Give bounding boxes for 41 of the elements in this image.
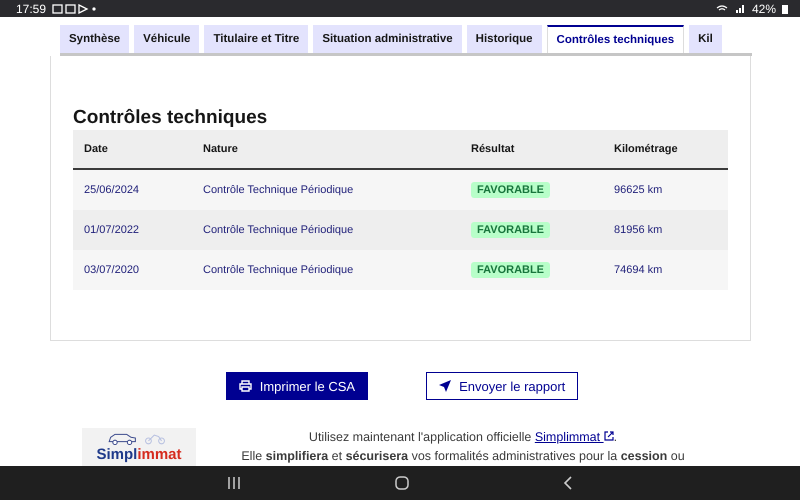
- tab[interactable]: Synthèse: [60, 25, 130, 53]
- table-cell-text: Contrôle Technique Périodique: [203, 224, 354, 236]
- send-button[interactable]: Envoyer le rapport: [426, 372, 578, 400]
- simplimmat-link[interactable]: Simplimmat: [534, 430, 614, 444]
- recent-apps-icon[interactable]: [227, 477, 241, 489]
- result-badge: FAVORABLE: [471, 182, 550, 198]
- tab[interactable]: Kil: [689, 25, 722, 53]
- app-logo: Simplimmat: [82, 428, 196, 466]
- table-cell-text: Contrôle Technique Périodique: [203, 184, 354, 196]
- column-header: Résultat: [471, 143, 516, 155]
- section-title: Contrôles techniques: [73, 106, 268, 130]
- result-badge: FAVORABLE: [471, 222, 550, 238]
- tab[interactable]: Historique: [466, 25, 542, 53]
- table-cell-text: 25/06/2024: [84, 184, 140, 196]
- table-cell-text: 74694 km: [614, 264, 664, 276]
- column-header: Kilométrage: [614, 143, 679, 155]
- table-cell-text: 81956 km: [614, 224, 664, 236]
- table-cell-text: 96625 km: [614, 184, 664, 196]
- column-header: Date: [84, 143, 109, 155]
- tab[interactable]: Véhicule: [134, 25, 200, 53]
- back-icon[interactable]: [563, 476, 573, 490]
- tab[interactable]: Situation administrative: [313, 25, 462, 53]
- print-button[interactable]: Imprimer le CSA: [226, 372, 368, 400]
- table-cell-text: Contrôle Technique Périodique: [203, 264, 354, 276]
- home-icon[interactable]: [395, 476, 409, 490]
- promo-text: Utilisez maintenant l'application officielle Simplimmat .: [308, 429, 618, 446]
- column-header: Nature: [203, 143, 239, 155]
- tab[interactable]: Contrôles techniques: [546, 25, 684, 53]
- clock: 17:59: [16, 2, 46, 16]
- signal-icon: [716, 4, 746, 14]
- printer-icon: [238, 380, 252, 392]
- battery-icon: [782, 4, 788, 14]
- table-cell-text: 03/07/2020: [84, 264, 140, 276]
- tab[interactable]: Titulaire et Titre: [204, 25, 308, 53]
- result-badge: FAVORABLE: [471, 262, 550, 278]
- table-cell-text: 01/07/2022: [84, 224, 140, 236]
- notification-icons: [52, 4, 98, 14]
- promo-text: Elle simplifiera et sécurisera vos formalités administratives pour la cession ou: [241, 448, 685, 465]
- send-arrow-icon: [439, 380, 452, 392]
- external-link-icon: [604, 431, 614, 441]
- battery-percent: 42%: [752, 2, 776, 16]
